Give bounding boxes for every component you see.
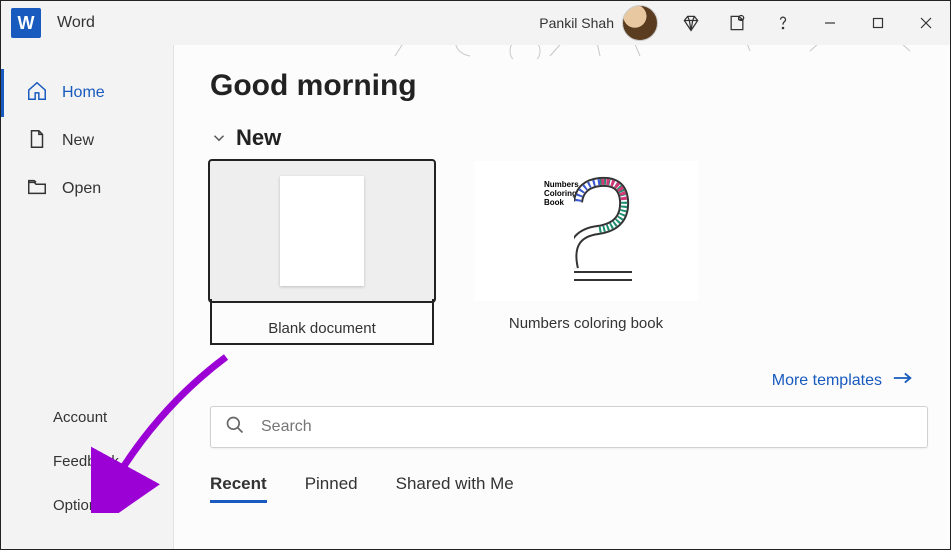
sidebar-item-label: New (62, 132, 94, 150)
sidebar-nav: Home New Open (1, 69, 173, 213)
sidebar-item-home[interactable]: Home (1, 69, 173, 117)
greeting: Good morning (210, 69, 914, 103)
tab-recent[interactable]: Recent (210, 474, 267, 503)
coloring-book-icon: Numbers Coloring Book (540, 176, 632, 286)
home-icon (26, 80, 48, 107)
template-blank-document[interactable]: Blank document (210, 161, 434, 345)
maximize-button[interactable] (854, 1, 902, 45)
sidebar-item-label: Home (62, 84, 105, 102)
titlebar-right: Pankil Shah (539, 1, 950, 45)
blank-page-icon (280, 176, 364, 286)
sidebar-secondary: Account Feedback Options (1, 395, 173, 549)
main-area: Good morning New Blank document Numbers … (173, 45, 950, 549)
diamond-icon[interactable] (668, 1, 714, 45)
search-icon (225, 415, 261, 440)
word-start-screen: W Word Pankil Shah (0, 0, 951, 550)
sidebar-item-account[interactable]: Account (1, 395, 173, 439)
minimize-button[interactable] (806, 1, 854, 45)
sidebar-item-label: Open (62, 180, 101, 198)
template-numbers-coloring-book[interactable]: Numbers Coloring Book (474, 161, 698, 345)
help-icon[interactable] (760, 1, 806, 45)
folder-icon (26, 176, 48, 203)
sidebar-item-options[interactable]: Options (1, 483, 173, 527)
word-app-icon: W (11, 8, 41, 38)
recent-tabs: Recent Pinned Shared with Me (210, 474, 914, 503)
section-new-header[interactable]: New (210, 125, 914, 151)
template-thumb (210, 161, 434, 301)
app-name: Word (57, 14, 95, 32)
tab-pinned[interactable]: Pinned (305, 474, 358, 503)
search-input[interactable] (261, 418, 913, 436)
template-gallery: Blank document Numbers Coloring Book (210, 161, 914, 345)
search-box[interactable] (210, 406, 928, 448)
arrow-right-icon (892, 371, 914, 390)
sidebar-item-feedback[interactable]: Feedback (1, 439, 173, 483)
template-label: Blank document (268, 320, 376, 337)
coming-soon-icon[interactable] (714, 1, 760, 45)
sidebar-item-open[interactable]: Open (1, 165, 173, 213)
more-templates-row: More templates (210, 355, 914, 400)
document-icon (26, 128, 48, 155)
user-name: Pankil Shah (539, 15, 614, 31)
template-thumb: Numbers Coloring Book (474, 161, 698, 301)
chevron-down-icon (210, 129, 228, 147)
close-button[interactable] (902, 1, 950, 45)
body: Home New Open Account Feedback Options G… (1, 45, 950, 549)
avatar (622, 5, 658, 41)
sidebar-item-new[interactable]: New (1, 117, 173, 165)
sidebar: Home New Open Account Feedback Options (1, 45, 173, 549)
user-account[interactable]: Pankil Shah (539, 5, 658, 41)
title-bar: W Word Pankil Shah (1, 1, 950, 45)
more-templates-link[interactable]: More templates (772, 371, 914, 390)
tab-shared[interactable]: Shared with Me (396, 474, 514, 503)
section-title-new: New (236, 125, 281, 151)
template-label: Numbers coloring book (509, 315, 663, 332)
